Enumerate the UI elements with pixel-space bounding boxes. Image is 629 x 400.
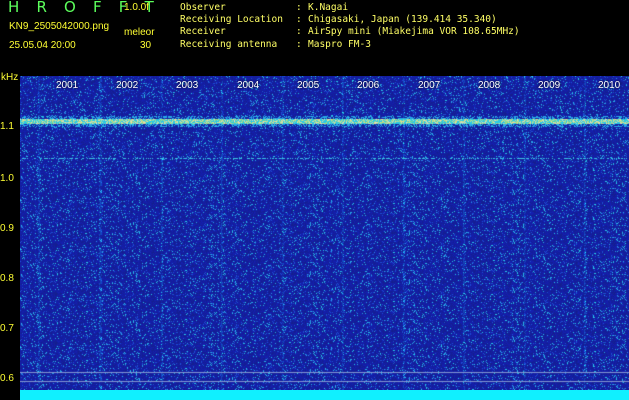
antenna-label: Receiving antenna xyxy=(180,38,278,50)
location-value: Chigasaki, Japan (139.414 35.340) xyxy=(308,14,497,26)
observer-label: Observer xyxy=(180,2,226,13)
x-tick-2002: 2002 xyxy=(116,80,139,91)
y-tick-0.7: 0.7 xyxy=(0,323,14,334)
header-panel: H R O F F T 1.0.0f KN9_2505042000.png me… xyxy=(0,0,629,74)
station-info: Observer: K.Nagai Receiving Location: Chig… xyxy=(180,2,520,51)
y-tick-0.6: 0.6 xyxy=(0,373,14,384)
receiver-value: AirSpy mini (Miakejima VOR 108.65MHz) xyxy=(308,26,520,38)
x-tick-2001: 2001 xyxy=(56,80,79,91)
datetime-label: 25.05.04 20:00 xyxy=(9,40,76,51)
x-tick-2010: 2010 xyxy=(598,80,621,91)
antenna-colon: : xyxy=(296,38,302,50)
x-tick-2005: 2005 xyxy=(297,80,320,91)
antenna-value: Maspro FM-3 xyxy=(308,38,371,50)
y-tick-0.9: 0.9 xyxy=(0,223,14,234)
y-tick-1.0: 1.0 xyxy=(0,173,14,184)
x-tick-2003: 2003 xyxy=(176,80,199,91)
location-row: Receiving Location: Chigasaki, Japan (139… xyxy=(180,14,520,26)
x-tick-2007: 2007 xyxy=(418,80,441,91)
x-tick-2004: 2004 xyxy=(237,80,260,91)
receiver-label: Receiver xyxy=(180,26,226,38)
observer-value: K.Nagai xyxy=(308,2,349,13)
y-tick-1.1: 1.1 xyxy=(0,121,14,132)
filename-label: KN9_2505042000.png xyxy=(9,21,110,32)
version-label: 1.0.0f xyxy=(124,2,150,13)
x-tick-2006: 2006 xyxy=(357,80,380,91)
receiver-row: Receiver: AirSpy mini (Miakejima VOR 108.… xyxy=(180,26,520,38)
spectrogram-plot xyxy=(20,76,629,390)
location-colon: : xyxy=(296,14,302,26)
y-axis-unit: kHz xyxy=(1,72,19,83)
y-tick-0.8: 0.8 xyxy=(0,273,14,284)
receiver-colon: : xyxy=(296,26,302,38)
spectrogram-canvas xyxy=(20,76,629,390)
bottom-status-bar xyxy=(20,390,629,400)
x-tick-2008: 2008 xyxy=(478,80,501,91)
antenna-row: Receiving antenna: Maspro FM-3 xyxy=(180,39,520,51)
x-tick-2009: 2009 xyxy=(538,80,561,91)
location-label: Receiving Location xyxy=(180,14,283,26)
count-label: 30 xyxy=(140,40,152,51)
mode-label: meleor xyxy=(124,27,155,38)
observer-colon: : xyxy=(296,2,302,13)
observer-row: Observer: K.Nagai xyxy=(180,2,520,14)
